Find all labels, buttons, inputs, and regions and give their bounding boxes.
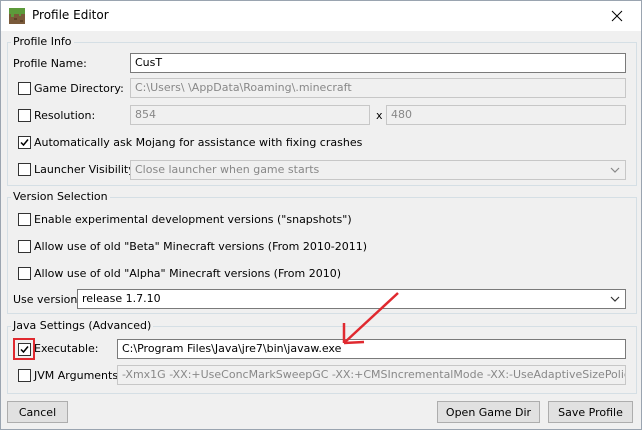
snapshots-checkbox[interactable]	[18, 213, 31, 226]
alpha-checkbox[interactable]	[18, 267, 31, 280]
java-settings-legend: Java Settings (Advanced)	[11, 319, 154, 332]
launcher-visibility-checkbox[interactable]	[18, 163, 31, 176]
resolution-width-input[interactable]: 854	[130, 105, 370, 125]
close-button[interactable]	[594, 1, 640, 31]
resolution-x-label: x	[376, 109, 383, 122]
launcher-visibility-select[interactable]: Close launcher when game starts	[130, 160, 626, 180]
game-directory-label: Game Directory:	[34, 82, 124, 95]
game-directory-input[interactable]: C:\Users\ \AppData\Roaming\.minecraft	[130, 78, 626, 98]
auto-crash-checkbox[interactable]	[18, 136, 31, 149]
launcher-visibility-label: Launcher Visibility:	[34, 163, 138, 176]
game-directory-checkbox[interactable]	[18, 82, 31, 95]
chevron-down-icon	[610, 167, 620, 173]
auto-crash-label: Automatically ask Mojang for assistance …	[34, 136, 363, 149]
jvm-arguments-label: JVM Arguments:	[34, 369, 122, 382]
chevron-down-icon	[610, 296, 620, 302]
cancel-button[interactable]: Cancel	[7, 401, 68, 423]
minecraft-grass-block-icon	[9, 8, 25, 24]
beta-label: Allow use of old "Beta" Minecraft versio…	[34, 240, 368, 253]
jvm-arguments-input[interactable]: -Xmx1G -XX:+UseConcMarkSweepGC -XX:+CMSI…	[117, 365, 626, 385]
resolution-label: Resolution:	[34, 109, 96, 122]
resolution-height-input[interactable]: 480	[386, 105, 626, 125]
window-title: Profile Editor	[32, 8, 109, 22]
snapshots-label: Enable experimental development versions…	[34, 213, 352, 226]
alpha-label: Allow use of old "Alpha" Minecraft versi…	[34, 267, 342, 280]
use-version-value: release 1.7.10	[82, 292, 161, 305]
use-version-label: Use version:	[13, 293, 82, 306]
version-selection-legend: Version Selection	[11, 190, 110, 203]
executable-checkbox[interactable]	[18, 343, 31, 356]
profile-name-label: Profile Name:	[13, 57, 87, 70]
checkmark-icon	[20, 139, 29, 147]
close-icon	[611, 10, 623, 22]
launcher-visibility-value: Close launcher when game starts	[135, 163, 320, 176]
resolution-checkbox[interactable]	[18, 109, 31, 122]
profile-info-legend: Profile Info	[11, 35, 74, 48]
save-profile-button[interactable]: Save Profile	[548, 401, 633, 423]
executable-label: Executable:	[34, 342, 99, 355]
red-arrow-icon	[342, 292, 399, 345]
checkmark-icon	[20, 346, 29, 354]
open-game-dir-button[interactable]: Open Game Dir	[437, 401, 540, 423]
jvm-arguments-checkbox[interactable]	[18, 369, 31, 382]
beta-checkbox[interactable]	[18, 240, 31, 253]
profile-name-input[interactable]: CusT	[130, 53, 626, 73]
